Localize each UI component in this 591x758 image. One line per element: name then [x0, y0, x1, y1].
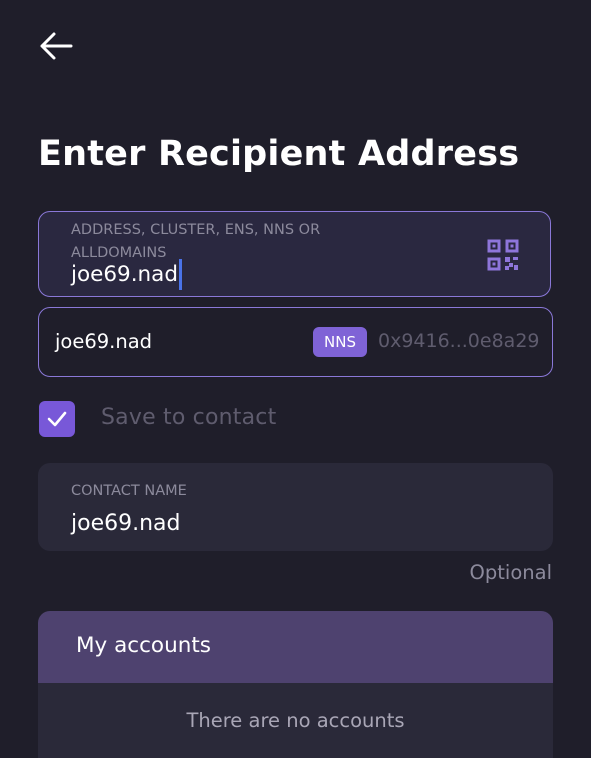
my-accounts-panel: My accounts There are no accounts: [38, 611, 553, 758]
save-to-contact-label[interactable]: Save to contact: [101, 405, 276, 430]
accounts-header: My accounts: [38, 611, 553, 683]
save-to-contact-checkbox[interactable]: [39, 401, 75, 437]
resolved-address-option[interactable]: joe69.nad NNS 0x9416...0e8a29: [38, 307, 553, 377]
arrow-left-icon: [40, 32, 73, 60]
accounts-empty-message: There are no accounts: [186, 709, 405, 732]
resolved-name: joe69.nad: [55, 330, 153, 353]
contact-name-field[interactable]: CONTACT NAME joe69.nad: [38, 463, 553, 551]
recipient-address-field[interactable]: ADDRESS, CLUSTER, ENS, NNS OR ALLDOMAINS…: [38, 211, 551, 297]
resolved-wallet-address: 0x9416...0e8a29: [378, 330, 540, 352]
nns-badge: NNS: [313, 327, 367, 357]
accounts-title: My accounts: [76, 633, 211, 658]
scan-qr-button[interactable]: [487, 239, 519, 271]
optional-hint: Optional: [469, 561, 552, 584]
text-caret: [179, 259, 182, 290]
contact-name-input[interactable]: joe69.nad: [71, 511, 180, 536]
qr-code-icon: [487, 239, 519, 271]
checkmark-icon: [47, 411, 67, 427]
page-title: Enter Recipient Address: [38, 134, 520, 174]
back-button[interactable]: [38, 30, 74, 62]
contact-name-label: CONTACT NAME: [71, 483, 187, 499]
address-input-value[interactable]: joe69.nad: [71, 259, 182, 290]
